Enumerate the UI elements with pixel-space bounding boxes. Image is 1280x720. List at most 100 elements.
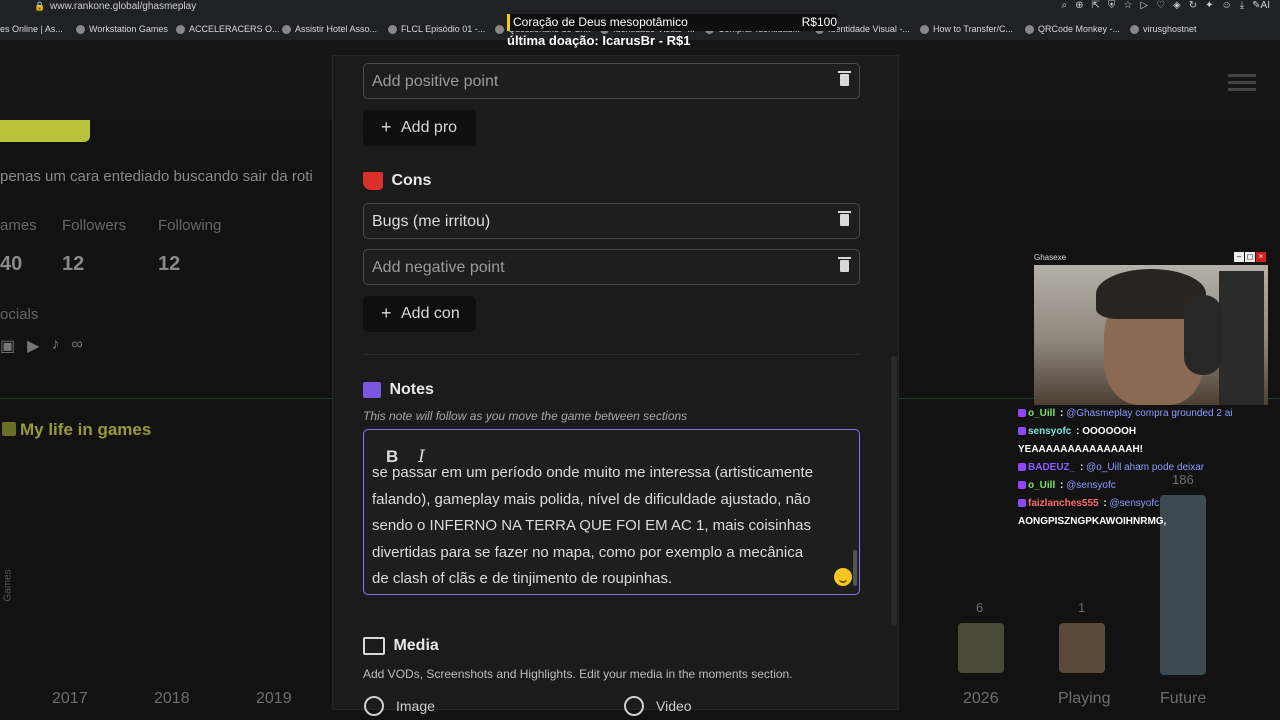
refresh-icon[interactable]: ↻ — [1189, 0, 1197, 11]
bookmark-label: ACCELERACERS O... — [189, 24, 280, 34]
notes-line: falando), gameplay mais polida, nível de… — [372, 490, 811, 508]
notes-line: sendo o INFERNO NA TERRA QUE FOI EM AC 1… — [372, 517, 812, 534]
chat-username[interactable]: o_Uill — [1028, 480, 1055, 491]
profile-bio: penas um cara entediado buscando sair da… — [0, 168, 313, 185]
plus-icon: + — [381, 117, 392, 137]
close-icon[interactable]: × — [1256, 252, 1266, 262]
restore-icon[interactable]: ◻ — [1245, 252, 1255, 262]
bookmark-favicon-icon — [495, 24, 504, 34]
webcam-chair — [1219, 271, 1264, 405]
chat-message: faizlanches555 : @sensyofc — [1018, 495, 1280, 513]
notes-line: de clash of clãs e de tinjimento de roup… — [372, 570, 673, 587]
zoom-icon[interactable]: ⊕ — [1075, 0, 1083, 11]
notes-title: Notes — [389, 381, 434, 398]
bookmark-item[interactable]: Assistir Hotel Asso... — [282, 24, 377, 34]
chat-text: @Ghasmeplay compra grounded 2 ai — [1066, 408, 1233, 419]
chat-text: @sensyofc — [1066, 480, 1116, 491]
share-icon[interactable]: ⇱ — [1092, 0, 1100, 11]
add-pro-button[interactable]: + Add pro — [363, 110, 476, 146]
modal-scrollbar[interactable] — [891, 356, 897, 626]
chat-username[interactable]: o_Uill — [1028, 408, 1055, 419]
download-icon[interactable]: ⤓ — [1240, 0, 1244, 11]
game-cover-thumb[interactable] — [958, 623, 1004, 673]
game-cover-thumb[interactable] — [1059, 623, 1105, 673]
timeline-playing[interactable]: Playing — [1058, 690, 1110, 708]
puzzle-icon[interactable]: ✦ — [1205, 0, 1213, 11]
star-icon[interactable]: ☆ — [1123, 0, 1132, 11]
chat-username[interactable]: BADEUZ_ — [1028, 462, 1075, 473]
bookmark-favicon-icon — [388, 24, 397, 34]
timeline-year[interactable]: 2018 — [154, 690, 190, 708]
timeline-year[interactable]: 2026 — [963, 690, 999, 708]
heart-icon[interactable]: ♡ — [1156, 0, 1165, 11]
editor-scrollbar[interactable] — [853, 550, 857, 586]
timeline-count: 6 — [976, 600, 984, 615]
add-con-label: Add con — [401, 305, 460, 322]
tiktok-icon[interactable]: ♪ — [51, 336, 59, 356]
zoom-icon[interactable]: ⌕ — [1062, 0, 1068, 11]
plus-icon: + — [381, 303, 392, 323]
gamepad-icon — [2, 422, 16, 436]
chat-text: OOOOOOH — [1082, 426, 1137, 437]
cons-heading: Cons — [363, 172, 431, 190]
con-item-text: Bugs (me irritou) — [372, 213, 491, 230]
bookmark-item[interactable]: virusghostnet — [1130, 24, 1197, 34]
ai-icon[interactable]: ✎AI — [1252, 0, 1270, 11]
shield-icon[interactable]: ⛨ — [1108, 0, 1116, 11]
video-radio-label[interactable]: Video — [656, 698, 692, 714]
stat-following-value: 12 — [158, 253, 181, 275]
trash-icon[interactable] — [838, 257, 851, 272]
webcam-window-controls: – ◻ × — [1234, 252, 1266, 262]
timeline-year[interactable]: 2019 — [256, 690, 292, 708]
notes-line: divertidas para se fazer no mapa, como p… — [372, 543, 804, 561]
divider — [0, 398, 332, 399]
bold-button[interactable]: B — [386, 447, 398, 467]
video-radio[interactable] — [624, 696, 644, 716]
timeline-future[interactable]: Future — [1160, 690, 1206, 708]
chat-username[interactable]: faizlanches555 — [1028, 498, 1099, 509]
editor-toolbar: B I — [382, 445, 429, 469]
lock-icon[interactable]: 🔒 — [34, 1, 45, 12]
extension-icon[interactable]: ◈ — [1173, 0, 1181, 11]
notes-editor[interactable]: se passar em um período onde muito me in… — [363, 429, 860, 595]
user-icon[interactable]: ☺ — [1222, 0, 1232, 11]
bookmark-item[interactable]: es Online | As... — [0, 24, 63, 34]
trash-icon[interactable] — [838, 211, 851, 226]
section-divider — [363, 354, 860, 355]
bookmark-item[interactable]: ACCELERACERS O... — [176, 24, 280, 34]
thumbs-down-icon — [363, 172, 383, 190]
minimize-icon[interactable]: – — [1234, 252, 1244, 262]
link-icon[interactable]: ∞ — [71, 336, 82, 356]
notes-editor-text[interactable]: se passar em um período onde muito me in… — [372, 460, 842, 593]
stat-followers-label[interactable]: Followers — [62, 217, 126, 234]
negative-point-placeholder: Add negative point — [372, 259, 505, 276]
add-pro-label: Add pro — [401, 119, 458, 136]
games-vertical-label: Games — [2, 569, 14, 602]
chat-badge-icon — [1018, 409, 1026, 418]
bookmark-item[interactable]: FLCL Episódio 01 -... — [388, 24, 485, 34]
stat-following-label[interactable]: Following — [158, 217, 221, 234]
con-item-input[interactable]: Bugs (me irritou) — [363, 203, 860, 239]
donation-goal-bar: Coração de Deus mesopotâmico R$100 — [507, 14, 837, 31]
youtube-icon[interactable]: ▶ — [27, 336, 39, 356]
trash-icon[interactable] — [838, 71, 851, 86]
timeline-year[interactable]: 2017 — [52, 690, 88, 708]
add-con-button[interactable]: + Add con — [363, 296, 476, 332]
url-text[interactable]: www.rankone.global/ghasmeplay — [50, 1, 196, 12]
italic-button[interactable]: I — [418, 447, 425, 467]
bookmark-item[interactable]: QRCode Monkey -... — [1025, 24, 1120, 34]
image-radio[interactable] — [364, 696, 384, 716]
negative-point-input[interactable]: Add negative point — [363, 249, 860, 285]
emoji-icon[interactable] — [834, 568, 852, 586]
image-radio-label[interactable]: Image — [396, 698, 435, 714]
chat-username[interactable]: sensyofc — [1028, 426, 1071, 437]
bookmark-item[interactable]: How to Transfer/C... — [920, 24, 1013, 34]
twitch-icon[interactable]: ▣ — [0, 336, 15, 356]
bookmark-label: How to Transfer/C... — [933, 24, 1014, 34]
webcam-label: Ghasexe — [1034, 253, 1067, 262]
bookmark-favicon-icon — [76, 24, 85, 34]
bookmark-item[interactable]: Workstation Games — [76, 24, 168, 34]
hamburger-menu-icon[interactable] — [1228, 74, 1256, 94]
positive-point-input[interactable]: Add positive point — [363, 63, 860, 99]
play-icon[interactable]: ▷ — [1140, 0, 1148, 11]
